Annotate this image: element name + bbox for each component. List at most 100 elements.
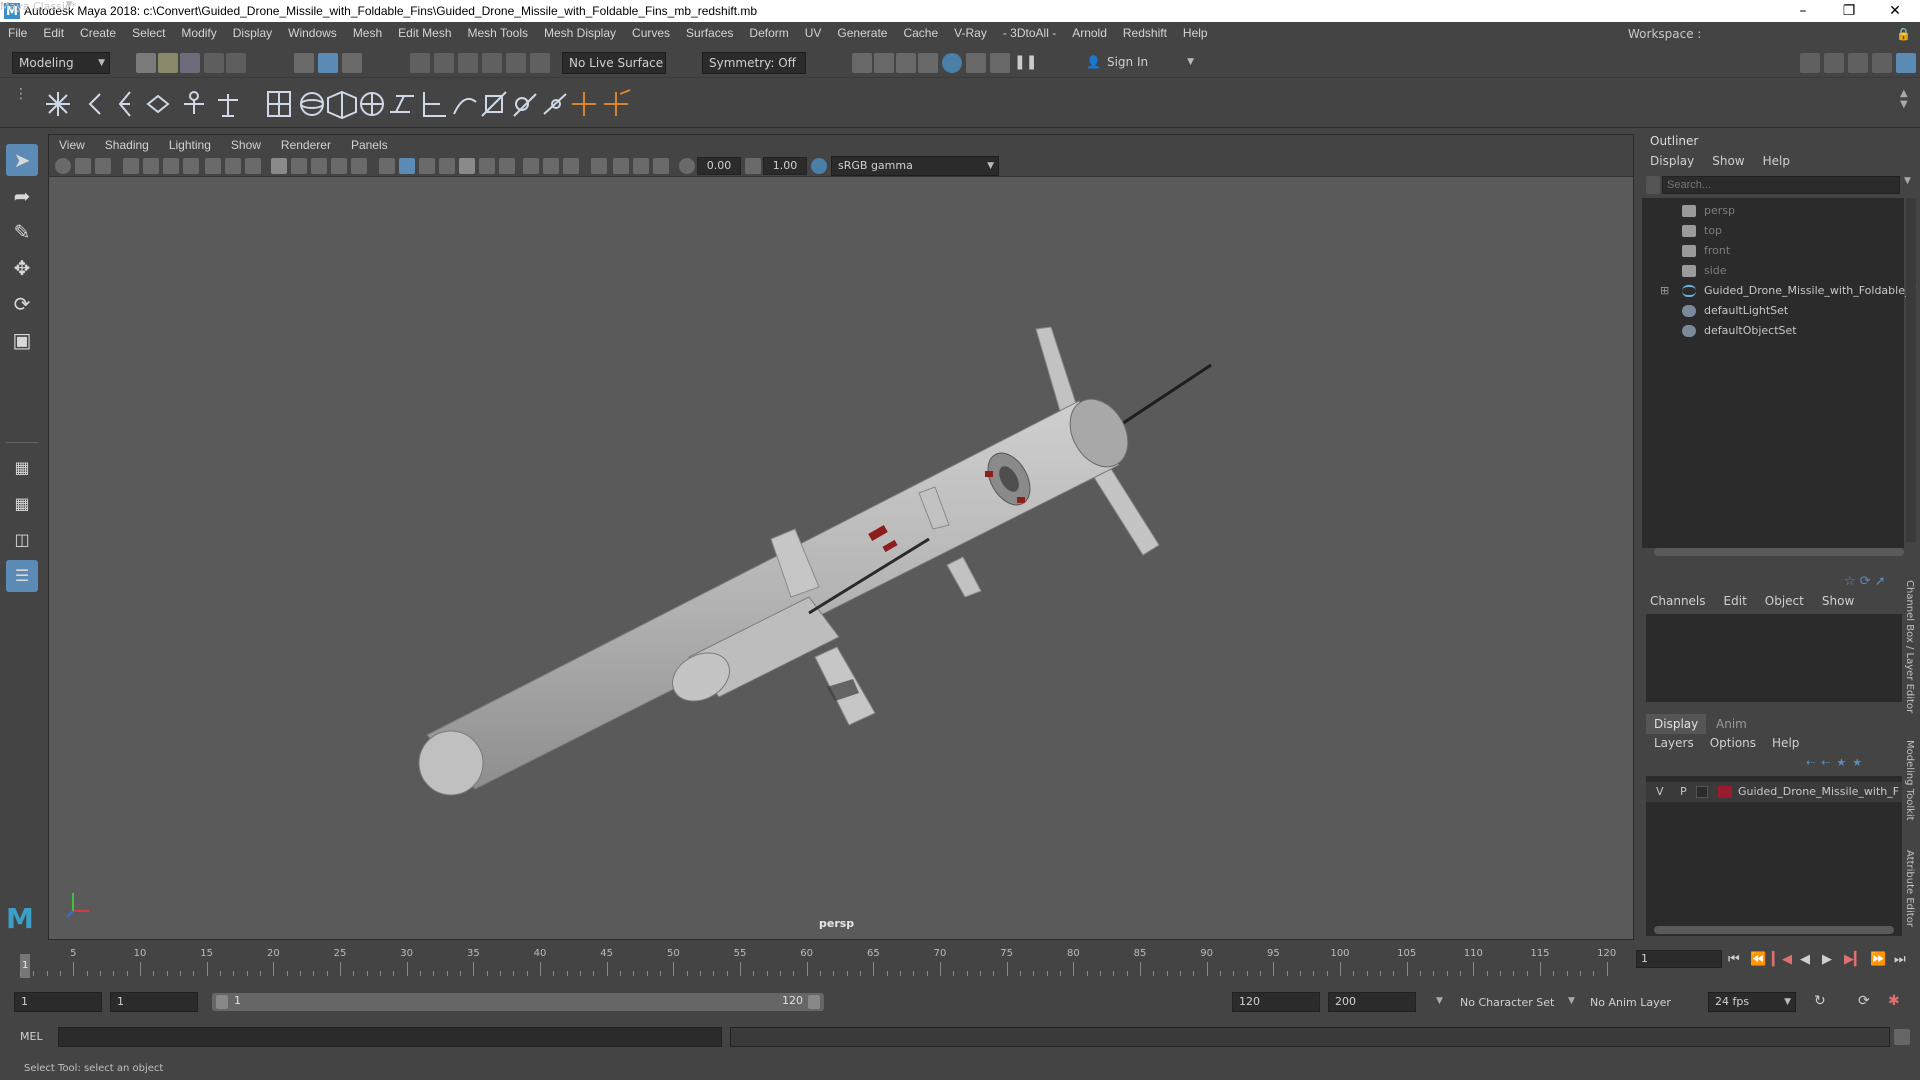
outliner-toggle-icon[interactable] <box>1872 53 1892 73</box>
range-slider-bar[interactable]: 1 120 <box>212 993 824 1011</box>
current-frame-field[interactable]: 1 <box>1636 950 1722 968</box>
script-editor-icon[interactable] <box>1894 1029 1910 1045</box>
menu-mesh[interactable]: Mesh <box>353 26 382 40</box>
menu-redshift[interactable]: Redshift <box>1123 26 1167 40</box>
maximize-icon[interactable]: ❐ <box>1826 0 1872 22</box>
bookmark-icon[interactable] <box>183 158 199 174</box>
render-frame-icon[interactable] <box>852 53 872 73</box>
snap-vertex-icon[interactable] <box>530 53 550 73</box>
go-to-end-icon[interactable]: ⏭ <box>1894 952 1906 967</box>
menu-generate[interactable]: Generate <box>837 26 887 40</box>
outliner-item[interactable]: defaultObjectSet <box>1682 322 1797 340</box>
live-surface-field[interactable]: No Live Surface <box>562 52 666 74</box>
render-view-icon[interactable] <box>874 53 894 73</box>
hypershade-icon[interactable] <box>966 53 986 73</box>
channel-menu-show[interactable]: Show <box>1822 594 1854 608</box>
snap-surface-icon[interactable] <box>506 53 526 73</box>
snap-curve-icon[interactable] <box>434 53 454 73</box>
chevron-down-icon[interactable]: ▼ <box>1568 996 1575 1006</box>
panel-menu-renderer[interactable]: Renderer <box>281 135 331 155</box>
step-forward-key-icon[interactable]: ⏩ <box>1870 952 1886 967</box>
layer-menu-help[interactable]: Help <box>1772 736 1799 750</box>
outliner-menu-help[interactable]: Help <box>1763 154 1790 168</box>
outliner-vscrollbar[interactable] <box>1906 198 1916 542</box>
snap-grid-icon[interactable] <box>410 53 430 73</box>
modeling-toolkit-icon[interactable] <box>1800 53 1820 73</box>
step-back-frame-icon[interactable]: ▎◀ <box>1772 952 1792 967</box>
menu-arnold[interactable]: Arnold <box>1072 26 1107 40</box>
layer-menu-options[interactable]: Options <box>1710 736 1756 750</box>
2d-pan-zoom-icon[interactable] <box>143 158 159 174</box>
layer-color-swatch[interactable] <box>1718 786 1732 798</box>
outliner-item[interactable]: front <box>1682 242 1730 260</box>
outliner-search-input[interactable] <box>1662 176 1900 194</box>
layer-action-icons[interactable]: ⇠⇠★★ <box>1806 756 1868 769</box>
symmetry-dropdown[interactable]: Symmetry: Off <box>702 52 806 74</box>
sign-in-button[interactable]: 👤 Sign In ▼ <box>1080 52 1198 74</box>
play-forward-icon[interactable]: ▶ <box>1822 952 1832 967</box>
isolate-select-icon[interactable] <box>591 158 607 174</box>
pause-icon[interactable]: ❚❚ <box>1014 54 1037 70</box>
time-slider[interactable]: 1 5 10 15 20 25 30 35 40 45 50 55 60 65 70 75 80 85 90 95 1… <box>0 944 1920 978</box>
anim-layer-label[interactable]: No Anim Layer <box>1590 996 1671 1009</box>
menu-select[interactable]: Select <box>132 26 165 40</box>
grid-icon[interactable] <box>271 158 287 174</box>
chevron-down-icon[interactable]: ▼ <box>1436 996 1443 1006</box>
layer-visibility[interactable]: V <box>1656 782 1664 802</box>
step-back-key-icon[interactable]: ⏪ <box>1750 952 1766 967</box>
menu-file[interactable]: File <box>8 26 27 40</box>
3d-viewport[interactable]: persp <box>49 177 1633 939</box>
play-backward-icon[interactable]: ◀ <box>1800 952 1810 967</box>
ambient-occlusion-icon[interactable] <box>499 158 515 174</box>
fps-dropdown[interactable]: 24 fps ▼ <box>1708 992 1796 1012</box>
mel-label[interactable]: MEL <box>20 1030 43 1043</box>
single-perspective-layout-icon[interactable]: ▦ <box>6 452 38 484</box>
panel-menu-shading[interactable]: Shading <box>105 135 149 155</box>
shelf-scroll-icon[interactable]: ▲ ▼ <box>1900 88 1908 110</box>
step-forward-frame-icon[interactable]: ▶▎ <box>1844 952 1864 967</box>
anim-preferences-icon[interactable]: ✱ <box>1888 993 1900 1009</box>
depth-of-field-icon[interactable] <box>563 158 579 174</box>
bookmarks-icon[interactable] <box>95 158 111 174</box>
lasso-tool-icon[interactable]: ➦ <box>6 180 38 212</box>
select-hierarchy-icon[interactable] <box>294 53 314 73</box>
minimize-icon[interactable]: – <box>1780 0 1826 22</box>
view-transform-dropdown[interactable]: sRGB gamma ▼ <box>831 156 999 176</box>
outliner-item[interactable]: persp <box>1682 202 1735 220</box>
outliner-item[interactable]: ⊞ Guided_Drone_Missile_with_Foldable_F <box>1660 282 1917 300</box>
smooth-shade-icon[interactable] <box>399 158 415 174</box>
range-handle-end[interactable] <box>808 995 820 1009</box>
channel-menu-edit[interactable]: Edit <box>1724 594 1747 608</box>
shadows-icon[interactable] <box>479 158 495 174</box>
gate-mask-icon[interactable] <box>291 158 307 174</box>
resolution-gate-icon[interactable] <box>245 158 261 174</box>
expand-icon[interactable]: ⊞ <box>1660 282 1669 300</box>
tab-modeling-toolkit[interactable]: Modeling Toolkit <box>1904 740 1915 821</box>
menu-deform[interactable]: Deform <box>749 26 788 40</box>
camera-select-icon[interactable] <box>55 158 71 174</box>
gamma-field[interactable]: 1.00 <box>763 157 807 175</box>
outliner-hscrollbar[interactable] <box>1654 548 1904 556</box>
color-management-icon[interactable] <box>811 158 827 174</box>
animation-start-field[interactable]: 1 <box>14 992 102 1012</box>
select-object-icon[interactable] <box>318 53 338 73</box>
tool-settings-icon[interactable] <box>1848 53 1868 73</box>
gamma-icon[interactable] <box>745 158 761 174</box>
menu-edit[interactable]: Edit <box>43 26 64 40</box>
filter-icon[interactable] <box>1646 176 1660 194</box>
outliner-menu-show[interactable]: Show <box>1712 154 1744 168</box>
save-scene-icon[interactable] <box>180 53 200 73</box>
xray-icon[interactable] <box>613 158 629 174</box>
outliner-item[interactable]: defaultLightSet <box>1682 302 1788 320</box>
render-sequence-icon[interactable] <box>990 53 1010 73</box>
redo-icon[interactable] <box>226 53 246 73</box>
auto-key-icon[interactable]: ⟳ <box>1858 993 1870 1009</box>
layer-playback[interactable]: P <box>1680 782 1687 802</box>
menu-windows[interactable]: Windows <box>288 26 337 40</box>
layer-hscrollbar[interactable] <box>1654 926 1894 934</box>
workspace-dropdown[interactable]: Maya Classic* ▼ <box>0 0 77 13</box>
move-tool-icon[interactable]: ✥ <box>6 252 38 284</box>
outliner-layout-icon[interactable]: ☰ <box>6 560 38 592</box>
shelf-tab-handle[interactable]: ⋮ <box>14 86 32 120</box>
layer-row[interactable]: V P Guided_Drone_Missile_with_F <box>1646 782 1902 802</box>
